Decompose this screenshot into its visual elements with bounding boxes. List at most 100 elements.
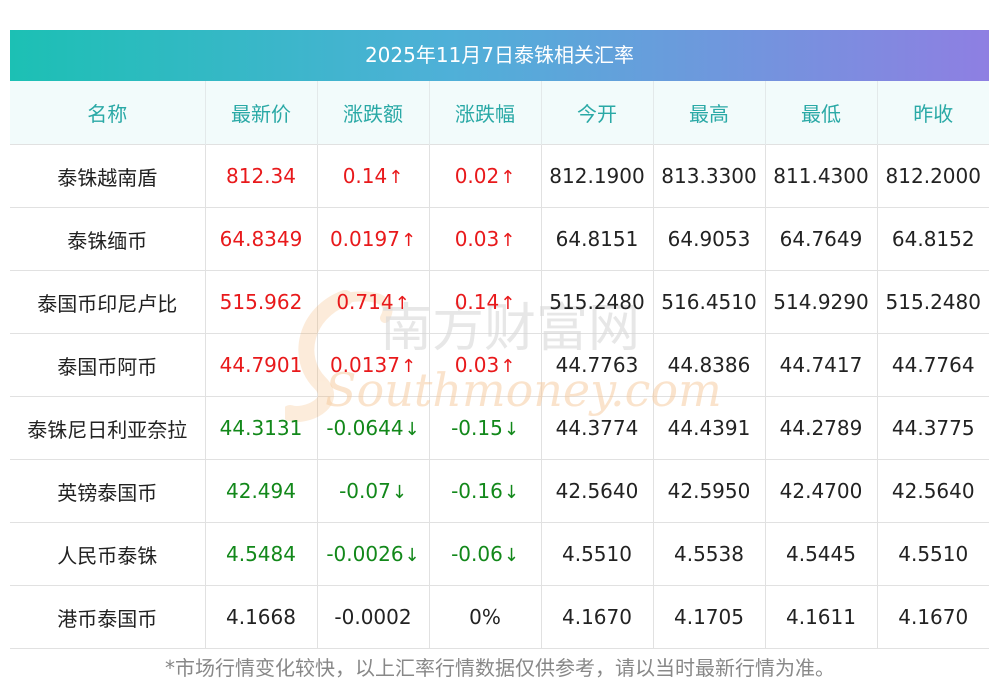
cell-high: 42.5950 bbox=[653, 459, 766, 523]
cell-change-value: -0.0002 bbox=[334, 605, 412, 629]
cell-change-pct: 0.03↑ bbox=[429, 207, 542, 271]
cell-latest-value: 44.3131 bbox=[219, 416, 303, 440]
cell-open-value: 64.8151 bbox=[555, 227, 639, 251]
cell-prev-close-value: 4.1670 bbox=[898, 605, 969, 629]
cell-prev-close-value: 44.7764 bbox=[891, 353, 975, 377]
cell-name-value: 泰国币阿币 bbox=[57, 354, 158, 379]
arrow-down-icon: ↓ bbox=[404, 545, 420, 566]
cell-open-value: 4.1670 bbox=[562, 605, 632, 629]
cell-low: 514.9290 bbox=[765, 270, 878, 334]
cell-change-value: 0.714 bbox=[336, 290, 394, 314]
disclaimer-footnote: *市场行情变化较快，以上汇率行情数据仅供参考，请以当时最新行情为准。 bbox=[165, 656, 835, 680]
arrow-down-icon: ↓ bbox=[503, 545, 519, 566]
cell-name: 人民币泰铢 bbox=[10, 522, 206, 586]
cell-low-value: 44.7417 bbox=[779, 353, 863, 377]
cell-high: 516.4510 bbox=[653, 270, 766, 334]
cell-low: 4.5445 bbox=[765, 522, 878, 586]
arrow-down-icon: ↓ bbox=[391, 482, 407, 503]
cell-latest: 515.962 bbox=[205, 270, 318, 334]
cell-change: 0.0137↑ bbox=[317, 333, 430, 397]
table-row: 泰铢缅币 64.8349 0.0197↑ 0.03↑ 64.8151 64.9053 64.… bbox=[10, 207, 989, 271]
cell-prev-close: 44.7764 bbox=[877, 333, 989, 397]
table-row: 泰国币印尼卢比 515.962 0.714↑ 0.14↑ 515.2480 516.451… bbox=[10, 270, 989, 334]
col-header-change-pct: 涨跌幅 bbox=[429, 81, 542, 145]
cell-open: 4.5510 bbox=[541, 522, 654, 586]
cell-low-value: 811.4300 bbox=[773, 164, 869, 188]
cell-prev-close: 44.3775 bbox=[877, 396, 989, 460]
table-row: 泰铢越南盾 812.34 0.14↑ 0.02 ↑ 812.1900 813.3300 811… bbox=[10, 144, 989, 208]
cell-latest: 4.1668 bbox=[205, 585, 318, 649]
arrow-up-icon: ↑ bbox=[500, 293, 516, 314]
cell-change-value: -0.0026 bbox=[326, 542, 404, 566]
col-header-open: 今开 bbox=[541, 81, 654, 145]
cell-prev-close: 4.5510 bbox=[877, 522, 989, 586]
cell-latest-value: 4.5484 bbox=[226, 542, 296, 566]
cell-name: 泰铢越南盾 bbox=[10, 144, 206, 208]
cell-open: 4.1670 bbox=[541, 585, 654, 649]
cell-open: 515.2480 bbox=[541, 270, 654, 334]
cell-high-value: 516.4510 bbox=[661, 290, 757, 314]
arrow-up-icon: ↑ bbox=[400, 230, 417, 251]
cell-latest: 4.5484 bbox=[205, 522, 318, 586]
cell-change-pct: -0.15↓ bbox=[429, 396, 542, 460]
cell-prev-close-value: 42.5640 bbox=[891, 479, 975, 503]
arrow-up-icon: ↑ bbox=[394, 293, 410, 314]
cell-high: 44.4391 bbox=[653, 396, 766, 460]
cell-prev-close: 64.8152 bbox=[877, 207, 989, 271]
cell-latest-value: 515.962 bbox=[219, 290, 303, 314]
cell-open: 812.1900 bbox=[541, 144, 654, 208]
cell-change-pct: 0.03↑ bbox=[429, 333, 542, 397]
cell-open: 44.7763 bbox=[541, 333, 654, 397]
cell-latest-value: 64.8349 bbox=[219, 227, 303, 251]
col-header-high: 最高 bbox=[653, 81, 766, 145]
cell-prev-close-value: 515.2480 bbox=[885, 290, 981, 314]
arrow-up-icon: ↑ bbox=[400, 356, 417, 377]
arrow-up-icon: ↑ bbox=[388, 167, 404, 188]
cell-change: -0.07↓ bbox=[317, 459, 430, 523]
cell-open-value: 44.3774 bbox=[555, 416, 639, 440]
cell-change-pct-value: 0.03 bbox=[454, 353, 500, 377]
cell-high-value: 4.5538 bbox=[674, 542, 744, 566]
col-header-low: 最低 bbox=[765, 81, 878, 145]
cell-change-value: -0.07 bbox=[339, 479, 391, 503]
cell-latest-value: 44.7901 bbox=[219, 353, 303, 377]
cell-latest-value: 42.494 bbox=[226, 479, 296, 503]
col-header-prev-close: 昨收 bbox=[877, 81, 989, 145]
cell-change-pct-value: -0.16 bbox=[451, 479, 503, 503]
cell-open-value: 42.5640 bbox=[555, 479, 639, 503]
cell-name: 泰铢缅币 bbox=[10, 207, 206, 271]
cell-change-pct-value: -0.06 bbox=[451, 542, 503, 566]
cell-low: 4.1611 bbox=[765, 585, 878, 649]
cell-change-pct-value: 0.02 bbox=[454, 164, 500, 188]
cell-change-pct-value: 0.14 bbox=[454, 290, 500, 314]
cell-low-value: 42.4700 bbox=[779, 479, 863, 503]
cell-change: -0.0002 bbox=[317, 585, 430, 649]
cell-low-value: 4.5445 bbox=[786, 542, 856, 566]
cell-change: 0.14↑ bbox=[317, 144, 430, 208]
cell-low: 44.7417 bbox=[765, 333, 878, 397]
table-row: 泰国币阿币 44.7901 0.0137↑ 0.03↑ 44.7763 44.8386 44… bbox=[10, 333, 989, 397]
cell-low: 44.2789 bbox=[765, 396, 878, 460]
col-header-name: 名称 bbox=[10, 81, 206, 145]
exchange-rate-table: 名称 最新价 涨跌额 涨跌幅 今开 最高 最低 昨收 泰铢越南盾 812.34 0.… bbox=[10, 81, 989, 649]
table-row: 人民币泰铢 4.5484 -0.0026↓ -0.06↓ 4.5510 4.5538 4.5… bbox=[10, 522, 989, 586]
cell-latest-value: 4.1668 bbox=[226, 605, 296, 629]
cell-open-value: 44.7763 bbox=[555, 353, 639, 377]
cell-low-value: 64.7649 bbox=[779, 227, 863, 251]
cell-latest: 42.494 bbox=[205, 459, 318, 523]
arrow-down-icon: ↓ bbox=[503, 419, 519, 440]
cell-prev-close: 42.5640 bbox=[877, 459, 989, 523]
cell-name: 港币泰国币 bbox=[10, 585, 206, 649]
table-row: 泰铢尼日利亚奈拉 44.3131 -0.0644↓ -0.15↓ 44.3774 44.4… bbox=[10, 396, 989, 460]
cell-latest-value: 812.34 bbox=[226, 164, 296, 188]
cell-change: -0.0644↓ bbox=[317, 396, 430, 460]
cell-latest: 44.3131 bbox=[205, 396, 318, 460]
cell-low: 811.4300 bbox=[765, 144, 878, 208]
cell-high-value: 813.3300 bbox=[661, 164, 757, 188]
cell-prev-close: 812.2000 bbox=[877, 144, 989, 208]
cell-name-value: 泰国币印尼卢比 bbox=[37, 291, 178, 316]
cell-high-value: 42.5950 bbox=[667, 479, 751, 503]
cell-latest: 64.8349 bbox=[205, 207, 318, 271]
arrow-up-icon: ↑ bbox=[500, 230, 516, 251]
cell-prev-close-value: 812.2000 bbox=[885, 164, 981, 188]
